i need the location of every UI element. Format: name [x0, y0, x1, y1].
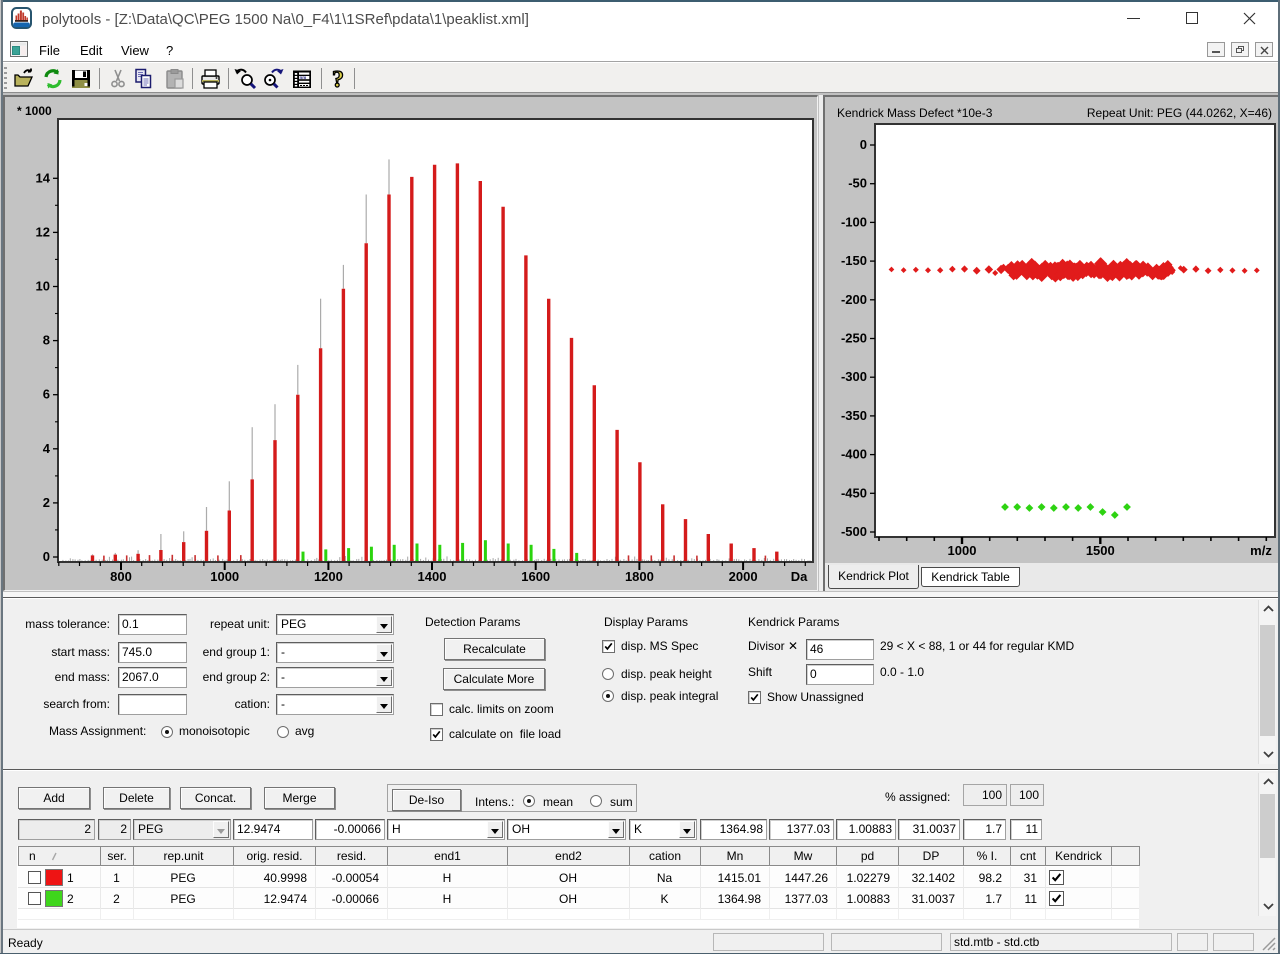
svg-text:-200: -200 — [841, 292, 867, 307]
svg-text:1400: 1400 — [418, 569, 447, 584]
svg-text:2: 2 — [43, 495, 50, 510]
svg-text:-150: -150 — [841, 253, 867, 268]
svg-text:10: 10 — [36, 279, 50, 294]
svg-text:m/z: m/z — [1250, 543, 1272, 558]
svg-text:-350: -350 — [841, 408, 867, 423]
svg-text:1800: 1800 — [625, 569, 654, 584]
svg-text:0: 0 — [43, 549, 50, 564]
svg-text:800: 800 — [110, 569, 132, 584]
svg-text:nm: nm — [300, 75, 307, 80]
svg-text:-500: -500 — [841, 524, 867, 539]
svg-text:1000: 1000 — [948, 543, 977, 558]
svg-text:Da: Da — [791, 569, 808, 584]
svg-text:-400: -400 — [841, 447, 867, 462]
svg-text:-450: -450 — [841, 485, 867, 500]
svg-text:-300: -300 — [841, 369, 867, 384]
svg-text:-100: -100 — [841, 214, 867, 229]
svg-text:1600: 1600 — [521, 569, 550, 584]
svg-text:-50: -50 — [848, 176, 867, 191]
svg-text:?: ? — [332, 67, 344, 91]
svg-text:* 1000: * 1000 — [17, 104, 52, 118]
svg-text:14: 14 — [36, 170, 51, 185]
svg-text:12: 12 — [36, 224, 50, 239]
svg-text:1000: 1000 — [210, 569, 239, 584]
svg-text:8: 8 — [43, 333, 50, 348]
svg-text:-250: -250 — [841, 331, 867, 346]
svg-text:1500: 1500 — [1086, 543, 1115, 558]
svg-text:4: 4 — [43, 441, 51, 456]
svg-text:6: 6 — [43, 387, 50, 402]
svg-text:0: 0 — [860, 137, 867, 152]
svg-text:2000: 2000 — [729, 569, 758, 584]
svg-text:1200: 1200 — [314, 569, 343, 584]
